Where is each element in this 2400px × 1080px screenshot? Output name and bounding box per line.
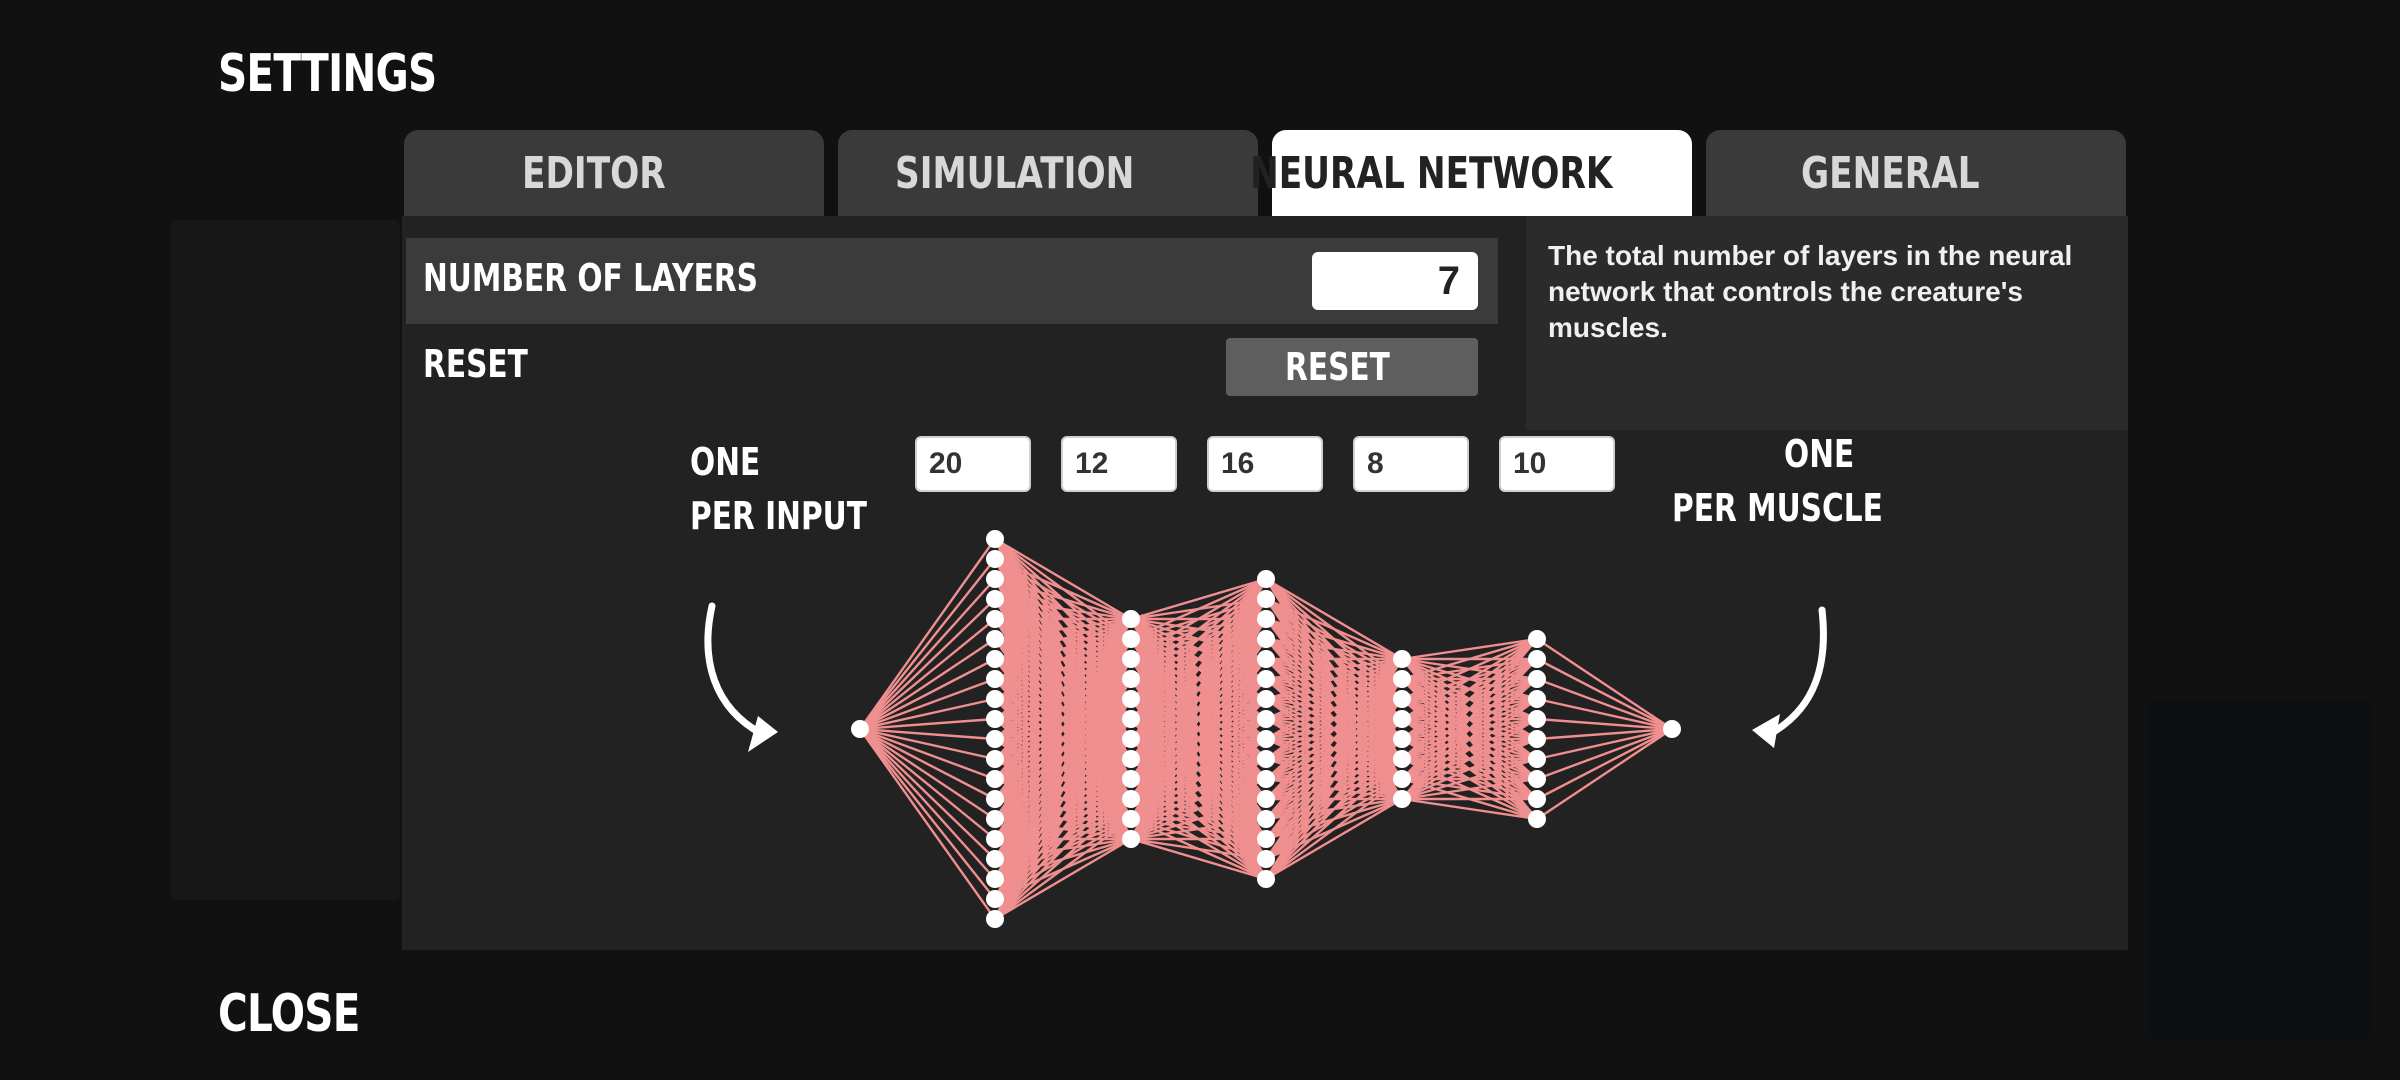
input-label-line1: ONE <box>690 440 761 484</box>
tooltip-text: The total number of layers in the neural… <box>1548 240 2073 343</box>
tab-label: EDITOR <box>521 147 666 199</box>
reset-label: RESET <box>423 342 528 386</box>
tab-general[interactable]: GENERAL <box>1706 130 2126 216</box>
hidden-layer-5-size-input[interactable]: 10 <box>1499 436 1615 492</box>
tab-simulation[interactable]: SIMULATION <box>838 130 1258 216</box>
reset-button-label: RESET <box>1284 345 1390 389</box>
input-label-line2: PER INPUT <box>690 494 867 538</box>
tab-label: NEURAL NETWORK <box>1249 147 1613 199</box>
background-right-panel <box>2150 700 2370 1040</box>
hidden-layer-2-size-input[interactable]: 12 <box>1061 436 1177 492</box>
hidden-layer-1-size-input[interactable]: 20 <box>915 436 1031 492</box>
close-button[interactable]: CLOSE <box>218 984 360 1044</box>
page-title: SETTINGS <box>218 44 437 104</box>
tooltip-box: The total number of layers in the neural… <box>1526 216 2128 430</box>
reset-button[interactable]: RESET <box>1226 338 1478 396</box>
tab-neural-network[interactable]: NEURAL NETWORK <box>1250 130 1692 216</box>
hidden-layer-4-size-input[interactable]: 8 <box>1353 436 1469 492</box>
hidden-layer-3-size-input[interactable]: 16 <box>1207 436 1323 492</box>
number-of-layers-input[interactable]: 7 <box>1312 252 1478 310</box>
output-label-line2: PER MUSCLE <box>1672 486 1883 530</box>
output-label-line1: ONE <box>1784 432 1855 476</box>
tab-label: GENERAL <box>1801 147 1981 199</box>
tab-label: SIMULATION <box>894 147 1134 199</box>
number-of-layers-label: NUMBER OF LAYERS <box>423 256 758 300</box>
tab-editor[interactable]: EDITOR <box>404 130 824 216</box>
background-sidebar <box>170 220 400 900</box>
